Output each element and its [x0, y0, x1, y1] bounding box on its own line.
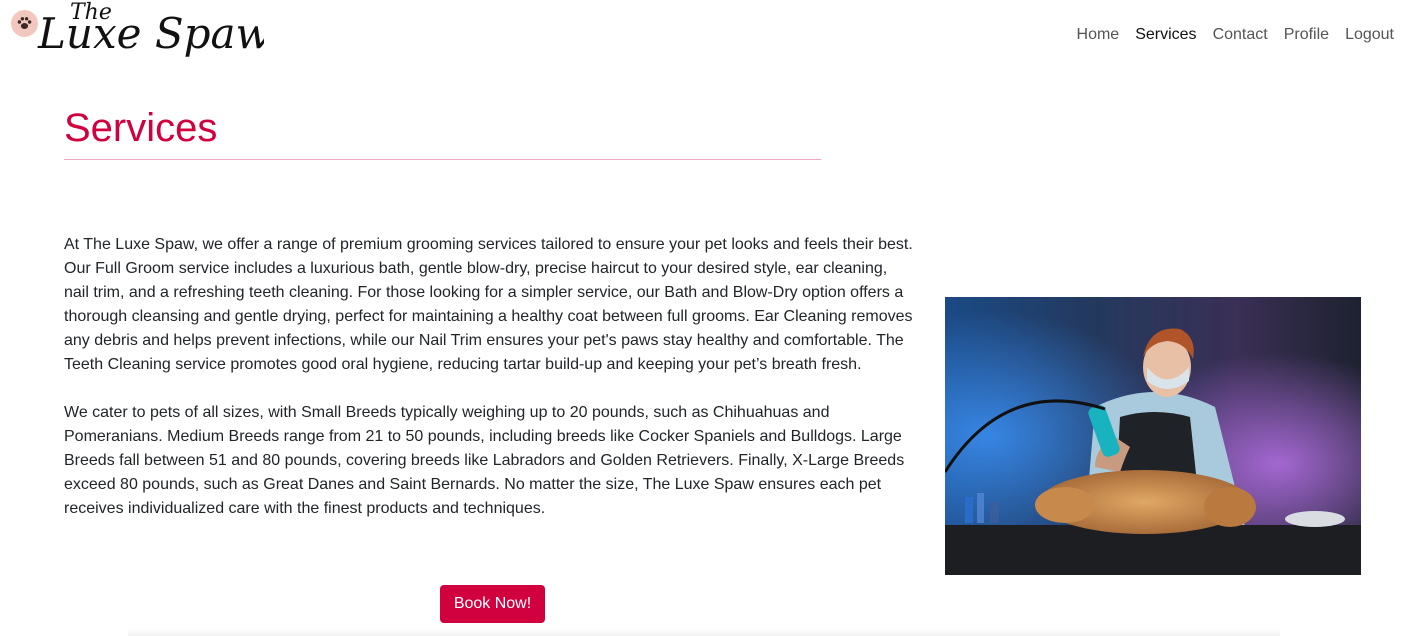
- nav-logout[interactable]: Logout: [1345, 24, 1394, 46]
- services-description: At The Luxe Spaw, we offer a range of pr…: [64, 233, 916, 521]
- nav-services[interactable]: Services: [1135, 24, 1196, 46]
- main-nav: Home Services Contact Profile Logout: [1077, 24, 1394, 46]
- brand-line2: Luxe Spaw: [37, 9, 264, 58]
- title-divider: [64, 159, 821, 160]
- brand-logo-link[interactable]: The Luxe Spaw: [10, 0, 264, 78]
- footer-shadow: [128, 628, 1280, 636]
- book-now-button[interactable]: Book Now!: [440, 585, 545, 623]
- nav-contact[interactable]: Contact: [1213, 24, 1268, 46]
- sizes-paragraph: We cater to pets of all sizes, with Smal…: [64, 404, 905, 517]
- groomer-photo: [945, 297, 1361, 575]
- nav-profile[interactable]: Profile: [1284, 24, 1329, 46]
- page-title: Services: [64, 106, 218, 150]
- brand-wordmark: The Luxe Spaw: [37, 0, 264, 58]
- navbar: The Luxe Spaw Home Services Contact Prof…: [0, 0, 1407, 78]
- services-paragraph: At The Luxe Spaw, we offer a range of pr…: [64, 236, 913, 373]
- nav-home[interactable]: Home: [1077, 24, 1120, 46]
